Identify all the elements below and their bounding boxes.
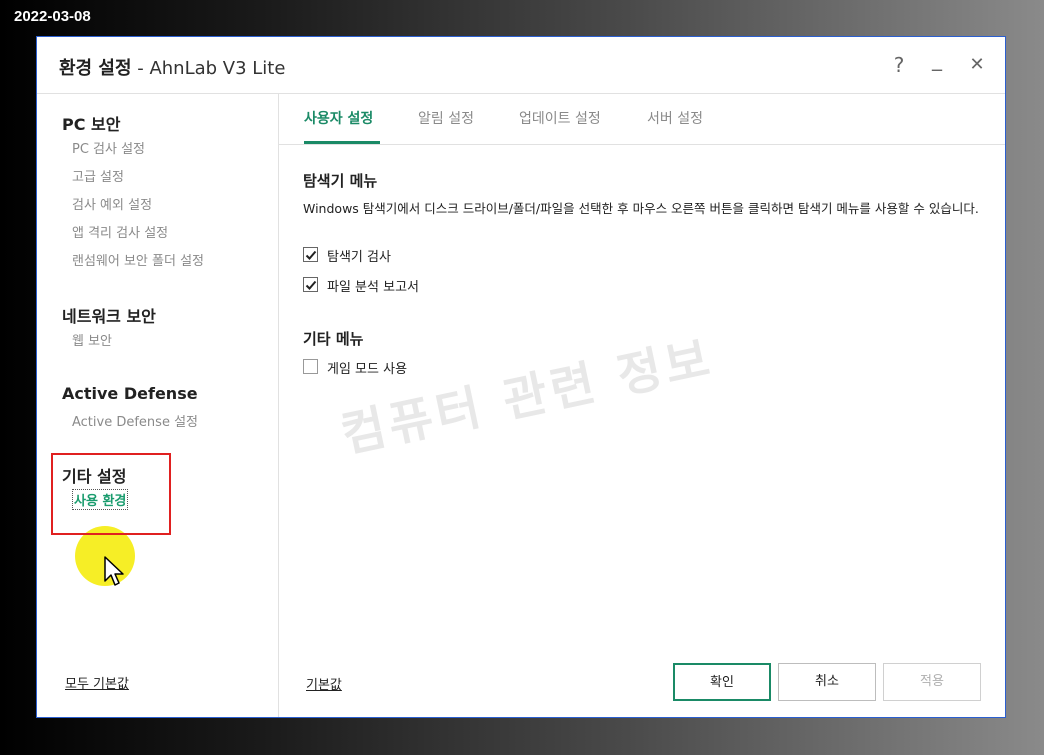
active-tab-indicator	[304, 141, 380, 144]
tab-user-settings[interactable]: 사용자 설정	[304, 108, 373, 128]
reset-all-defaults-button[interactable]: 모두 기본값	[65, 673, 129, 692]
section-active-defense: Active Defense	[62, 384, 198, 403]
checkmark-icon	[305, 250, 317, 260]
minimize-button[interactable]: _	[925, 47, 949, 71]
sidebar-item-ransomware-folder[interactable]: 랜섬웨어 보안 폴더 설정	[72, 250, 204, 269]
sidebar-item-scan-exceptions[interactable]: 검사 예외 설정	[72, 194, 152, 213]
watermark-text: 컴퓨터 관련 정보	[336, 330, 719, 464]
sidebar-item-pc-scan-settings[interactable]: PC 검사 설정	[72, 138, 145, 157]
sidebar-item-web-security[interactable]: 웹 보안	[72, 330, 112, 349]
window-title: 환경 설정 - AhnLab V3 Lite	[59, 54, 285, 80]
explorer-scan-label: 탐색기 검사	[327, 250, 391, 265]
help-button[interactable]: ?	[887, 53, 911, 77]
date-stamp: 2022-03-08	[14, 8, 91, 25]
tab-server-settings[interactable]: 서버 설정	[647, 108, 703, 128]
tab-notification-settings[interactable]: 알림 설정	[418, 108, 474, 128]
section-network-security: 네트워크 보안	[62, 307, 156, 326]
tab-bar: 사용자 설정 알림 설정 업데이트 설정 서버 설정	[279, 94, 1005, 145]
restore-defaults-button[interactable]: 기본값	[306, 674, 342, 693]
game-mode-label: 게임 모드 사용	[327, 362, 408, 377]
explorer-menu-description: Windows 탐색기에서 디스크 드라이브/폴더/파일을 선택한 후 마우스 …	[303, 201, 979, 216]
section-other-settings: 기타 설정	[62, 467, 127, 486]
cancel-button[interactable]: 취소	[778, 663, 876, 701]
mouse-cursor-icon	[104, 556, 124, 586]
explorer-scan-checkbox[interactable]	[303, 247, 318, 262]
sidebar-item-usage-environment[interactable]: 사용 환경	[72, 489, 129, 510]
checkmark-icon	[305, 280, 317, 290]
other-menu-heading: 기타 메뉴	[303, 330, 364, 348]
game-mode-checkbox[interactable]	[303, 359, 318, 374]
title-bar: 환경 설정 - AhnLab V3 Lite ? _ ✕	[37, 37, 1005, 94]
explorer-menu-heading: 탐색기 메뉴	[303, 172, 378, 190]
ok-button[interactable]: 확인	[673, 663, 771, 701]
tab-update-settings[interactable]: 업데이트 설정	[519, 108, 601, 128]
sidebar: PC 보안 PC 검사 설정 고급 설정 검사 예외 설정 앱 격리 검사 설정…	[37, 94, 279, 717]
section-pc-security: PC 보안	[62, 115, 121, 134]
settings-dialog: 환경 설정 - AhnLab V3 Lite ? _ ✕ PC 보안 PC 검사…	[36, 36, 1006, 718]
window-title-main: 환경 설정	[59, 58, 132, 79]
apply-button[interactable]: 적용	[883, 663, 981, 701]
file-report-label: 파일 분석 보고서	[327, 280, 419, 295]
sidebar-item-app-isolation[interactable]: 앱 격리 검사 설정	[72, 222, 168, 241]
sidebar-item-active-defense-settings[interactable]: Active Defense 설정	[72, 411, 198, 430]
close-button[interactable]: ✕	[965, 53, 989, 77]
file-report-checkbox[interactable]	[303, 277, 318, 292]
window-title-app: - AhnLab V3 Lite	[131, 58, 286, 79]
sidebar-item-advanced-settings[interactable]: 고급 설정	[72, 166, 124, 185]
